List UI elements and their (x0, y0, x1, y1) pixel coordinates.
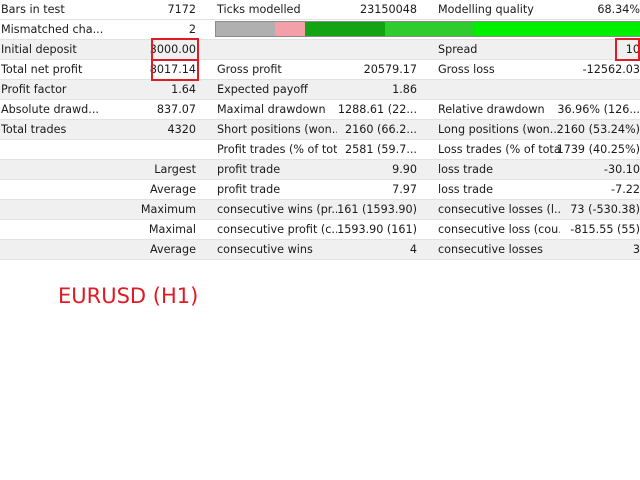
row-profit-trades: Profit trades (% of tot... 2581 (59.7...… (0, 140, 640, 160)
total-trades-value: 4320 (167, 123, 196, 136)
row-bars-in-test: Bars in test 7172 Ticks modelled 2315004… (0, 0, 640, 20)
average-profit-trade-value: 7.97 (392, 183, 417, 196)
row-initial-deposit: Initial deposit 3000.00 Spread 10 (0, 40, 640, 60)
largest-loss-trade-value: -30.10 (603, 163, 640, 176)
expected-payoff-value: 1.86 (392, 83, 417, 96)
row-drawdown: Absolute drawd... 837.07 Maximal drawdow… (0, 100, 640, 120)
total-net-profit-highlight (151, 59, 199, 81)
short-positions-value: 2160 (66.2... (345, 123, 417, 136)
row-total-net-profit: Total net profit 8017.14 Gross profit 20… (0, 60, 640, 80)
maximal-label: Maximal (148, 223, 196, 236)
relative-drawdown-value: 36.96% (126... (557, 103, 640, 116)
consecutive-loss-value: -815.55 (55) (570, 223, 640, 236)
profit-trades-value: 2581 (59.7... (345, 143, 417, 156)
quality-segment-5 (474, 22, 639, 36)
gross-loss-value: -12562.03 (582, 63, 640, 76)
mismatched-value: 2 (188, 23, 196, 36)
largest-profit-trade-value: 9.90 (392, 163, 417, 176)
spread-highlight (615, 38, 640, 61)
ticks-modelled-value: 23150048 (360, 3, 417, 16)
profit-factor-value: 1.64 (171, 83, 196, 96)
quality-segment-2 (275, 22, 305, 36)
modelling-quality-bar (215, 21, 640, 37)
row-maximal: Maximal consecutive profit (c... 1593.90… (0, 220, 640, 240)
bars-in-test-value: 7172 (167, 3, 196, 16)
quality-segment-3 (305, 22, 385, 36)
loss-trades-value: 1739 (40.25%) (556, 143, 640, 156)
modelling-quality-value: 68.34% (597, 3, 640, 16)
initial-deposit-highlight (151, 38, 199, 61)
average-consecutive-losses-value: 3 (632, 243, 640, 256)
largest-label: Largest (154, 163, 196, 176)
consecutive-losses-value: 73 (-530.38) (570, 203, 640, 216)
consecutive-wins-value: 161 (1593.90) (337, 203, 417, 216)
absolute-drawdown-value: 837.07 (156, 103, 196, 116)
row-average-consecutive: Average consecutive wins 4 consecutive l… (0, 240, 640, 260)
consecutive-profit-value: 1593.90 (161) (337, 223, 417, 236)
long-positions-value: 2160 (53.24%) (556, 123, 640, 136)
row-total-trades: Total trades 4320 Short positions (won..… (0, 120, 640, 140)
quality-segment-1 (216, 22, 275, 36)
average-consecutive-label: Average (150, 243, 196, 256)
row-profit-factor: Profit factor 1.64 Expected payoff 1.86 (0, 80, 640, 100)
quality-segment-4 (385, 22, 474, 36)
row-average: Average profit trade 7.97 loss trade -7.… (0, 180, 640, 200)
row-maximum: Maximum consecutive wins (pr... 161 (159… (0, 200, 640, 220)
average-loss-trade-value: -7.22 (611, 183, 640, 196)
average-consecutive-wins-value: 4 (409, 243, 417, 256)
symbol-annotation: EURUSD (H1) (58, 284, 199, 308)
gross-profit-value: 20579.17 (363, 63, 417, 76)
average-label: Average (150, 183, 196, 196)
row-largest: Largest profit trade 9.90 loss trade -30… (0, 160, 640, 180)
maximal-drawdown-value: 1288.61 (22... (337, 103, 417, 116)
maximum-label: Maximum (140, 203, 196, 216)
